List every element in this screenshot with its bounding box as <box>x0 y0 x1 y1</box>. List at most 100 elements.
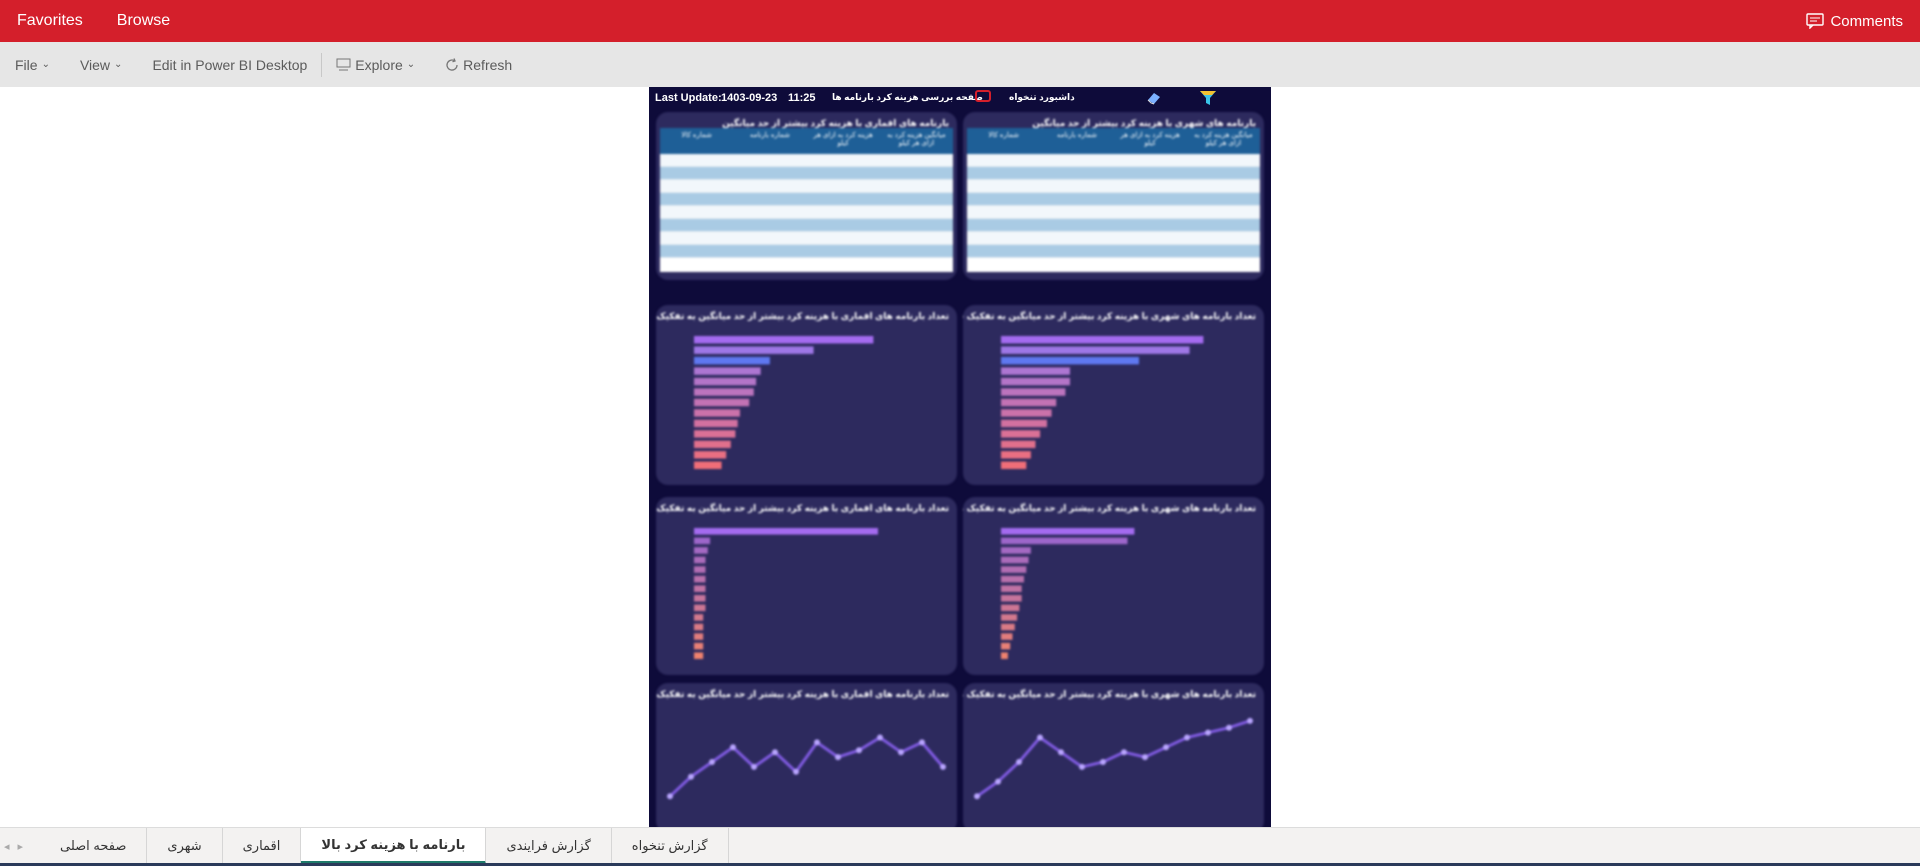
bar[interactable] <box>1001 623 1015 631</box>
data-point[interactable] <box>709 759 715 765</box>
bar[interactable] <box>1001 346 1190 354</box>
bar[interactable] <box>694 633 704 640</box>
bar[interactable] <box>1001 566 1027 573</box>
bar[interactable] <box>1001 585 1022 592</box>
data-point[interactable] <box>793 768 799 775</box>
data-point[interactable] <box>751 763 757 770</box>
data-point[interactable] <box>898 749 904 756</box>
bar[interactable] <box>694 537 711 545</box>
bar[interactable] <box>1001 356 1139 365</box>
bar[interactable] <box>694 356 770 365</box>
bar[interactable] <box>1001 440 1036 449</box>
bar[interactable] <box>694 440 731 449</box>
comments-button[interactable]: Comments <box>1806 0 1903 42</box>
view-menu[interactable]: View ⌄ <box>80 57 122 73</box>
bar[interactable] <box>694 388 754 396</box>
bar[interactable] <box>694 419 738 428</box>
bar[interactable] <box>694 336 874 344</box>
data-point[interactable] <box>730 744 736 751</box>
data-point[interactable] <box>1226 724 1232 731</box>
data-table[interactable]: میانگین هزینه کرد به ازای هر کیلو هزینه … <box>660 128 953 272</box>
bar[interactable] <box>1001 430 1041 438</box>
bar[interactable] <box>694 430 736 438</box>
data-point[interactable] <box>814 739 820 746</box>
bar[interactable] <box>1001 377 1070 386</box>
data-point[interactable] <box>1121 749 1127 756</box>
chevron-left-icon[interactable]: ◂ <box>4 840 10 853</box>
explore-menu[interactable]: Explore ⌄ <box>336 57 415 73</box>
bar[interactable] <box>1001 604 1020 612</box>
bar[interactable] <box>1001 409 1052 417</box>
bar[interactable] <box>694 642 704 650</box>
tab-petty-cash-report[interactable]: گزارش تنخواه <box>612 828 729 864</box>
bar[interactable] <box>1001 633 1013 640</box>
bar[interactable] <box>694 652 704 659</box>
edit-in-desktop-button[interactable]: Edit in Power BI Desktop <box>152 57 307 73</box>
chevron-right-icon[interactable]: ▸ <box>18 840 24 853</box>
bar[interactable] <box>694 409 740 417</box>
bar[interactable] <box>1001 461 1027 469</box>
file-menu[interactable]: File ⌄ <box>15 57 50 73</box>
bar-chart[interactable] <box>656 497 957 675</box>
bar[interactable] <box>1001 388 1066 396</box>
eraser-icon[interactable] <box>1146 91 1162 108</box>
bar[interactable] <box>1001 528 1135 535</box>
bar[interactable] <box>694 623 704 631</box>
data-point[interactable] <box>995 778 1001 785</box>
favorites-link[interactable]: Favorites <box>17 12 83 30</box>
tab-high-cost-waybills[interactable]: بارنامه با هزینه کرد بالا <box>301 828 487 864</box>
line-chart[interactable] <box>656 683 957 827</box>
data-point[interactable] <box>1079 763 1085 770</box>
bar[interactable] <box>694 398 750 407</box>
data-point[interactable] <box>1247 717 1253 724</box>
bar[interactable] <box>694 461 722 469</box>
tab-process-report[interactable]: گزارش فرایندی <box>486 828 612 864</box>
tab-urban[interactable]: شهری <box>147 828 223 864</box>
data-point[interactable] <box>1184 734 1190 741</box>
data-point[interactable] <box>1163 744 1169 751</box>
bar[interactable] <box>1001 398 1057 407</box>
filter-icon[interactable] <box>1199 90 1217 109</box>
bar-chart[interactable] <box>656 305 957 485</box>
data-point[interactable] <box>772 749 778 756</box>
bar[interactable] <box>694 575 706 583</box>
data-point[interactable] <box>1016 759 1022 765</box>
bar[interactable] <box>1001 419 1047 428</box>
browse-link[interactable]: Browse <box>117 12 170 30</box>
data-point[interactable] <box>1142 754 1148 761</box>
data-point[interactable] <box>856 747 862 754</box>
bar[interactable] <box>694 377 757 386</box>
data-point[interactable] <box>688 773 694 780</box>
line-chart[interactable] <box>963 683 1264 827</box>
bar[interactable] <box>1001 642 1011 650</box>
bar[interactable] <box>694 595 706 602</box>
data-table[interactable]: میانگین هزینه کرد به ازای هر کیلو هزینه … <box>967 128 1260 272</box>
bar[interactable] <box>694 566 706 573</box>
tab-outlying[interactable]: اقماری <box>223 828 302 864</box>
bar[interactable] <box>1001 367 1070 375</box>
data-point[interactable] <box>835 754 841 761</box>
bar[interactable] <box>1001 547 1031 554</box>
bar-chart[interactable] <box>963 305 1264 485</box>
bar[interactable] <box>1001 575 1024 583</box>
data-point[interactable] <box>940 763 946 770</box>
bar[interactable] <box>1001 614 1018 621</box>
bar[interactable] <box>694 614 704 621</box>
bar[interactable] <box>694 585 706 592</box>
bar[interactable] <box>694 547 708 554</box>
data-point[interactable] <box>974 793 980 800</box>
tab-main-page[interactable]: صفحه اصلی <box>40 828 148 864</box>
data-point[interactable] <box>1205 729 1211 736</box>
bar[interactable] <box>1001 451 1031 459</box>
refresh-button[interactable]: Refresh <box>445 57 512 73</box>
data-point[interactable] <box>1037 734 1043 741</box>
bar[interactable] <box>694 451 727 459</box>
bar[interactable] <box>694 556 706 564</box>
data-point[interactable] <box>877 734 883 741</box>
bar[interactable] <box>1001 556 1029 564</box>
bar[interactable] <box>694 367 761 375</box>
data-point[interactable] <box>919 739 925 746</box>
bar[interactable] <box>1001 336 1204 344</box>
data-point[interactable] <box>1058 749 1064 756</box>
bar[interactable] <box>1001 537 1128 545</box>
